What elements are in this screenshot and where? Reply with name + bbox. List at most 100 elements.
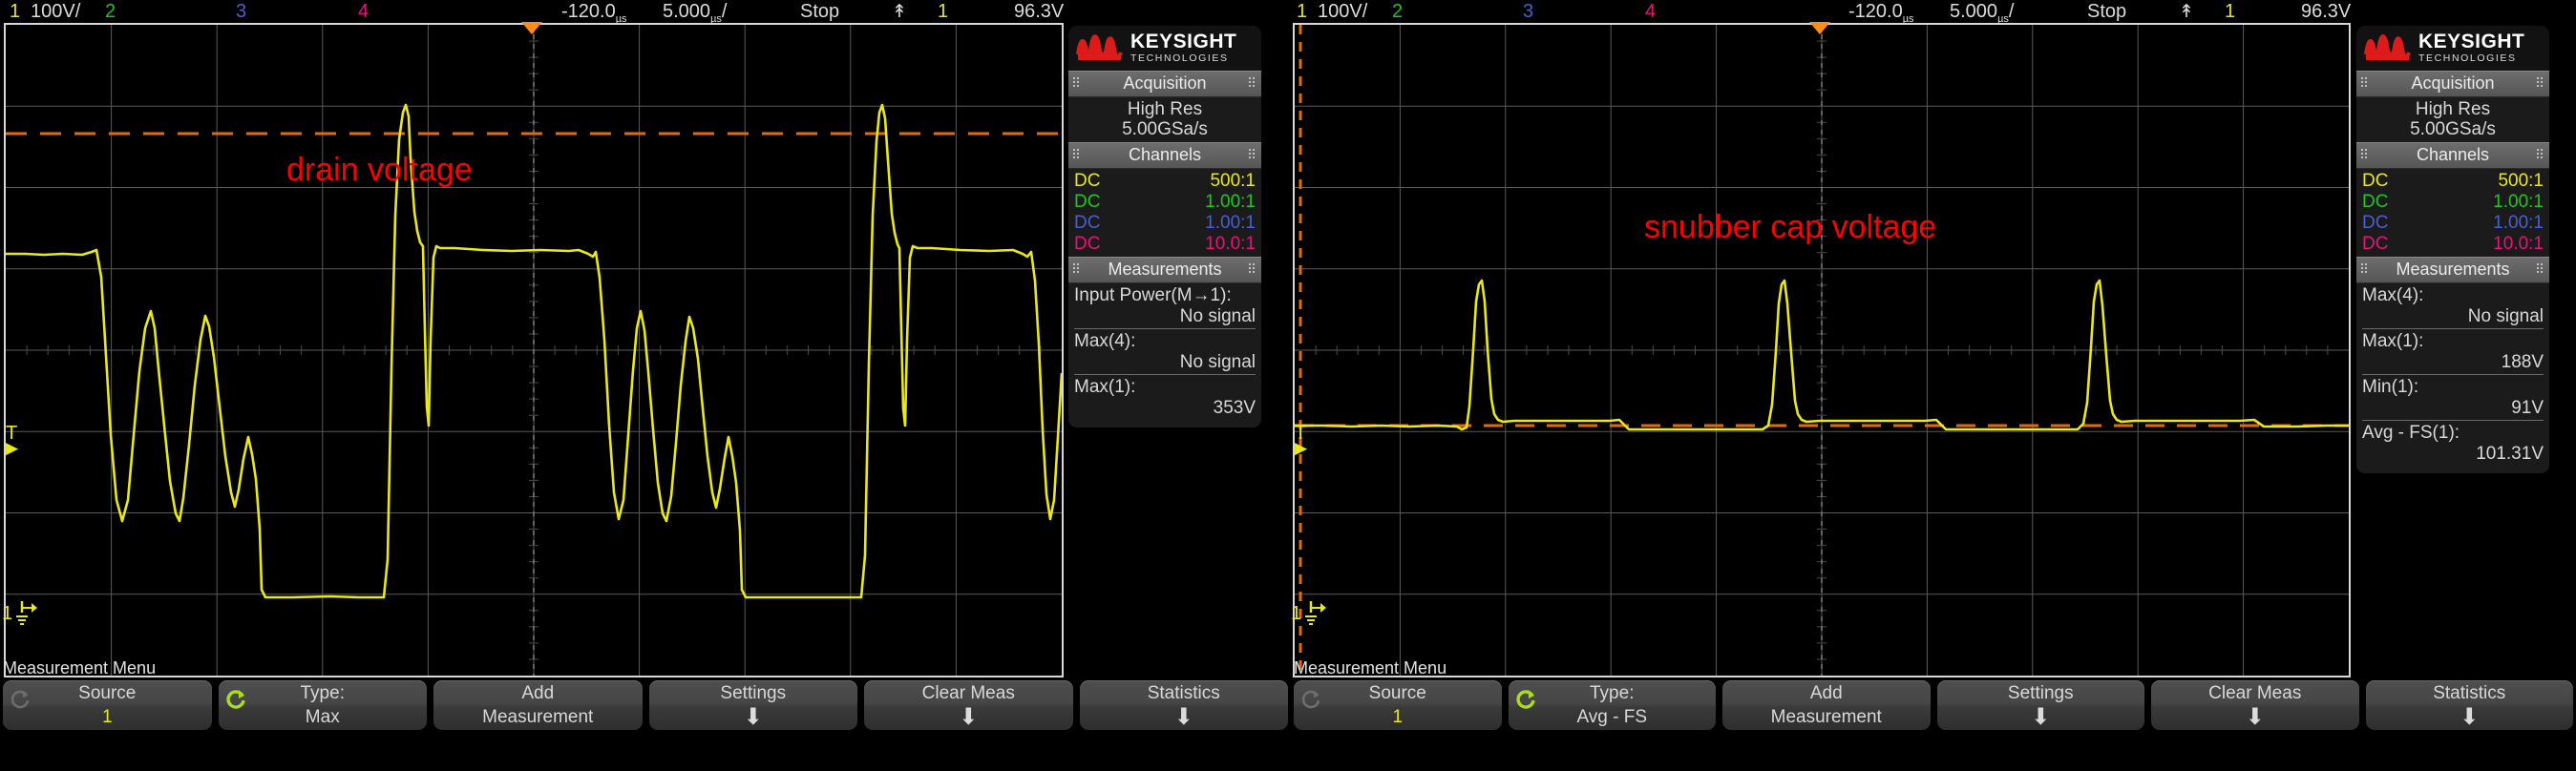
channel-probe-ratio: 500:1 <box>1210 171 1256 192</box>
measurement-row[interactable]: Max(1): 188V <box>2362 331 2544 376</box>
brand-name: KEYSIGHT <box>1130 31 1237 52</box>
measurements-section-header[interactable]: Measurements <box>2356 257 2549 284</box>
grip-right-icon <box>1249 263 1256 275</box>
channel-probe-ratio: 10.0:1 <box>1205 233 1256 254</box>
channel-coupling: DC <box>2362 191 2389 212</box>
softkey-clear-meas[interactable]: Clear Meas ⬇ <box>864 680 1073 730</box>
delay-value: -120.0 <box>1848 1 1903 22</box>
softkey-statistics[interactable]: Statistics ⬇ <box>2365 680 2573 730</box>
trigger-level-marker-right[interactable]: T ▶ <box>1295 424 1307 456</box>
measurement-row[interactable]: Max(1): 353V <box>1074 377 1256 420</box>
measurement-row[interactable]: Input Power(M→1): No signal <box>1074 285 1256 330</box>
acquisition-title: Acquisition <box>1123 73 1207 93</box>
softkey-row-left: Source 1 Type: Max Add Measurement Setti… <box>0 677 1291 730</box>
channel-row[interactable]: DC 500:1 <box>2362 171 2544 192</box>
channels-title: Channels <box>2416 145 2490 165</box>
channel-1-indicator[interactable]: 1 <box>10 0 20 23</box>
channel-3-indicator[interactable]: 3 <box>236 0 246 23</box>
channel-1-ground-marker-right[interactable]: 1 <box>1291 599 1327 628</box>
measurement-label: Max(4): <box>2362 285 2424 306</box>
channels-section-body: DC 500:1 DC 1.00:1 DC 1.00:1 DC 10.0:1 <box>1068 169 1261 258</box>
channels-section-header[interactable]: Channels <box>1068 142 1261 170</box>
trigger-level[interactable]: 96.3V <box>1014 0 1064 23</box>
softkey-label: Settings <box>720 683 787 703</box>
channel-1-ground-marker-left[interactable]: 1 <box>2 599 38 628</box>
channel-row[interactable]: DC 500:1 <box>1074 171 1256 192</box>
softkey-type[interactable]: Type: Max <box>218 680 427 730</box>
channel-2-indicator[interactable]: 2 <box>105 0 116 23</box>
channel-1-scale[interactable]: 100V/ <box>31 0 80 23</box>
run-state[interactable]: Stop <box>800 0 839 23</box>
scope-right: 1 100V/ 2 3 4 -120.0µs 5.000µs/ Stop ↟ 1… <box>1291 0 2576 771</box>
trigger-level-marker-left[interactable]: T ▶ <box>6 424 18 456</box>
grip-left-icon <box>1073 76 1081 89</box>
channel-row[interactable]: DC 1.00:1 <box>2362 192 2544 213</box>
trigger-level[interactable]: 96.3V <box>2301 0 2351 23</box>
measurement-label: Max(1): <box>1074 377 1136 398</box>
trigger-marker-arrow: ▶ <box>1295 439 1308 457</box>
softkey-settings[interactable]: Settings ⬇ <box>648 680 857 730</box>
acquisition-section-header[interactable]: Acquisition <box>1068 70 1261 97</box>
softkey-value: Avg - FS <box>1576 707 1648 727</box>
channel-2-indicator[interactable]: 2 <box>1392 0 1403 23</box>
measurement-row[interactable]: Avg - FS(1): 101.31V <box>2362 423 2544 466</box>
measurement-value: No signal <box>2467 306 2544 327</box>
softkey-statistics[interactable]: Statistics ⬇ <box>1079 680 1288 730</box>
measurement-value: 91V <box>2511 398 2544 419</box>
channel-coupling: DC <box>2362 212 2389 233</box>
softkey-value: 1 <box>101 707 113 727</box>
channel-4-indicator[interactable]: 4 <box>1645 0 1656 23</box>
channel-3-indicator[interactable]: 3 <box>1523 0 1533 23</box>
measurements-section-header[interactable]: Measurements <box>1068 257 1261 284</box>
trigger-source[interactable]: 1 <box>2225 0 2235 23</box>
measurement-row[interactable]: Max(4): No signal <box>2362 285 2544 330</box>
acquisition-section-body: High Res 5.00GSa/s <box>2356 96 2549 143</box>
softkey-label: Statistics <box>2433 683 2506 703</box>
channel-1-ground-label: 1 <box>1291 603 1302 624</box>
dual-oscilloscope-screenshot: 1 100V/ 2 3 4 -120.0µs 5.000µs/ Stop ↟ 1… <box>0 0 2576 771</box>
channel-row[interactable]: DC 1.00:1 <box>1074 192 1256 213</box>
channel-row[interactable]: DC 10.0:1 <box>2362 234 2544 255</box>
trigger-position-marker-left[interactable] <box>521 22 542 34</box>
measurement-row[interactable]: Min(1): 91V <box>2362 377 2544 422</box>
menu-title: Measurement Menu <box>3 658 157 677</box>
acquisition-section-header[interactable]: Acquisition <box>2356 70 2549 97</box>
run-state[interactable]: Stop <box>2087 0 2126 23</box>
softkey-type[interactable]: Type: Avg - FS <box>1508 680 1716 730</box>
down-arrow-icon: ⬇ <box>959 704 979 730</box>
waveform-plot-left[interactable] <box>4 23 1064 677</box>
softkey-clear-meas[interactable]: Clear Meas ⬇ <box>2151 680 2359 730</box>
timebase-readout[interactable]: 5.000µs/ <box>1950 0 2014 25</box>
grip-left-icon <box>2361 263 2369 275</box>
channel-1-ground-label: 1 <box>2 603 13 624</box>
softkey-add-measurement[interactable]: Add Measurement <box>1722 680 1931 730</box>
channel-4-indicator[interactable]: 4 <box>358 0 369 23</box>
channel-1-indicator[interactable]: 1 <box>1297 0 1307 23</box>
grip-right-icon <box>1249 76 1256 89</box>
softkey-value: 1 <box>1392 707 1404 727</box>
softkey-source[interactable]: Source 1 <box>3 680 212 730</box>
softkey-label: Settings <box>2007 683 2074 703</box>
channel-row[interactable]: DC 1.00:1 <box>1074 213 1256 234</box>
channel-row[interactable]: DC 1.00:1 <box>2362 213 2544 234</box>
measurement-value: No signal <box>1179 352 1256 373</box>
channel-coupling: DC <box>1074 233 1101 254</box>
softkey-add-measurement[interactable]: Add Measurement <box>433 680 643 730</box>
channel-1-scale[interactable]: 100V/ <box>1318 0 1367 23</box>
trigger-position-marker-right[interactable] <box>1809 22 1830 34</box>
brand-tagline: TECHNOLOGIES <box>2418 52 2517 64</box>
channel-row[interactable]: DC 10.0:1 <box>1074 234 1256 255</box>
channels-section-header[interactable]: Channels <box>2356 142 2549 170</box>
softkey-settings[interactable]: Settings ⬇ <box>1936 680 2144 730</box>
delay-value: -120.0 <box>561 1 616 22</box>
timebase-readout[interactable]: 5.000µs/ <box>663 0 727 25</box>
channel-probe-ratio: 1.00:1 <box>2493 191 2544 212</box>
softkey-source[interactable]: Source 1 <box>1294 680 1502 730</box>
softkey-label: Source <box>78 683 137 703</box>
trigger-source[interactable]: 1 <box>938 0 948 23</box>
waveform-plot-right[interactable] <box>1293 23 2351 677</box>
delay-readout[interactable]: -120.0µs <box>1848 0 1914 25</box>
delay-readout[interactable]: -120.0µs <box>561 0 627 25</box>
softkey-label: Clear Meas <box>921 683 1015 703</box>
measurement-row[interactable]: Max(4): No signal <box>1074 331 1256 376</box>
